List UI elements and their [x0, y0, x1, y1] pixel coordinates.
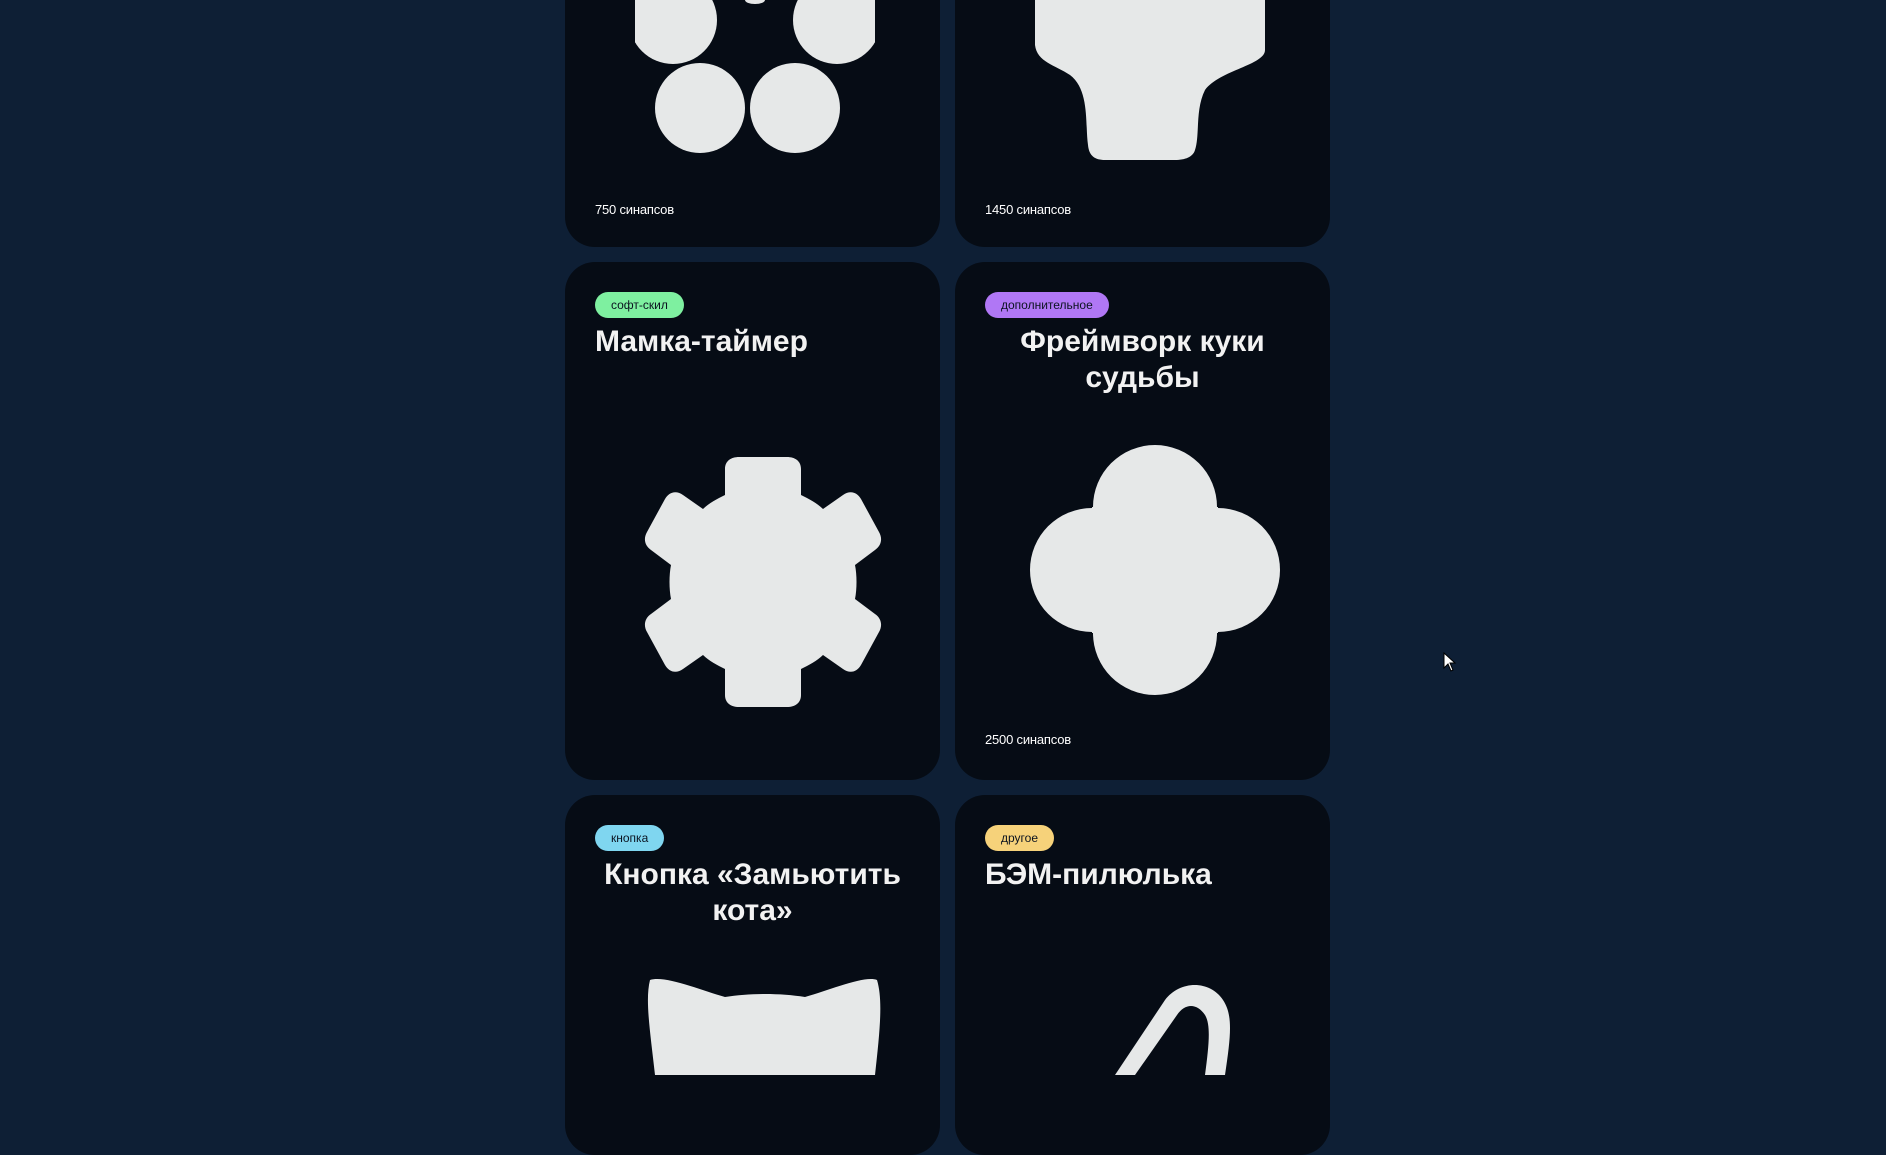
circles-icon	[635, 0, 875, 153]
gear-icon	[644, 457, 882, 707]
card-title: БЭМ-пилюлька	[985, 858, 1212, 891]
course-card-bem-pill[interactable]: другое БЭМ-пилюлька	[955, 795, 1330, 1155]
course-card-mushroom[interactable]: 1450 синапсов	[955, 0, 1330, 247]
category-badge: кнопка	[595, 825, 665, 851]
course-card-mute-cat[interactable]: кнопка Кнопка «Замьютить кота»	[565, 795, 940, 1155]
mushroom-icon	[1035, 0, 1265, 160]
pill-icon	[1115, 985, 1230, 1075]
card-title: Фреймворк куки судьбы	[1020, 325, 1265, 394]
synapse-count: 2500 синапсов	[985, 732, 1071, 747]
mouse-cursor-icon	[1443, 652, 1457, 672]
course-card-mamka-timer[interactable]: софт-скил Мамка-таймер	[565, 262, 940, 780]
cards-grid: 750 синапсов 1450 синапсов софт-скил Мам…	[565, 0, 1331, 1155]
synapse-count: 1450 синапсов	[985, 202, 1071, 217]
clover-icon	[1030, 445, 1280, 695]
category-badge: дополнительное	[985, 292, 1109, 318]
course-card-cookie-framework[interactable]: дополнительное Фреймворк куки судьбы 250…	[955, 262, 1330, 780]
synapse-count: 750 синапсов	[595, 202, 674, 217]
cat-icon	[647, 978, 881, 1075]
course-card-circles[interactable]: 750 синапсов	[565, 0, 940, 247]
category-badge: софт-скил	[595, 292, 684, 318]
category-badge: другое	[985, 825, 1055, 851]
card-title: Мамка-таймер	[595, 325, 808, 358]
card-title: Кнопка «Замьютить кота»	[604, 858, 901, 927]
